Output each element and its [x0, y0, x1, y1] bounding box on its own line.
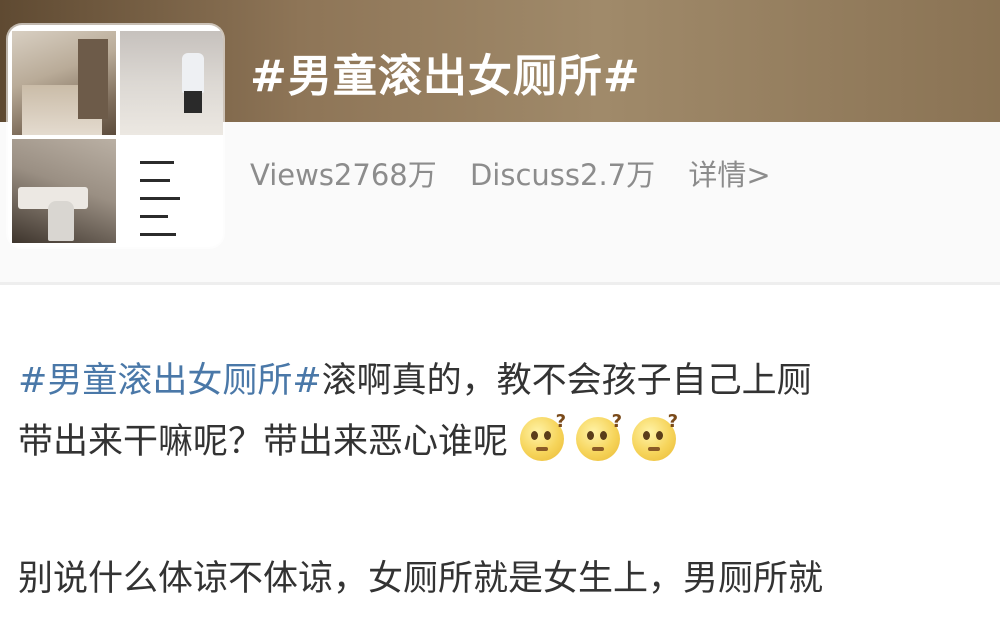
cover-thumbnail-blurred-text: [120, 139, 223, 243]
post-line-1: #男童滚出女厕所#滚啊真的，教不会孩子自己上厕: [18, 352, 812, 403]
cover-thumbnail-restroom: [12, 139, 116, 243]
thinking-question-emoji-icon: ?: [576, 411, 622, 461]
post-line-1-text: 滚啊真的，教不会孩子自己上厕: [321, 361, 812, 401]
cover-thumbnail-hallway: [12, 31, 116, 135]
post-hashtag-link[interactable]: #男童滚出女厕所#: [18, 361, 322, 401]
section-divider: [0, 282, 1000, 285]
topic-cover-collage[interactable]: [8, 25, 223, 247]
post-line-3-text: 别说什么体谅不体谅，女厕所就是女生上，男厕所就: [18, 559, 824, 599]
details-link[interactable]: 详情>: [688, 158, 770, 192]
thinking-question-emoji-icon: ?: [520, 411, 566, 461]
thinking-question-emoji-icon: ?: [632, 411, 678, 461]
cover-thumbnail-child: [120, 31, 223, 135]
topic-title[interactable]: #男童滚出女厕所#: [250, 40, 641, 104]
discuss-count: Discuss2.7万: [469, 158, 656, 192]
post-line-2-text: 带出来干嘛呢？带出来恶心谁呢: [18, 422, 509, 462]
topic-stats: Views2768万 Discuss2.7万 详情>: [250, 152, 795, 194]
post-line-3: 别说什么体谅不体谅，女厕所就是女生上，男厕所就: [18, 550, 823, 601]
views-count: Views2768万: [250, 158, 437, 192]
post-line-2: 带出来干嘛呢？带出来恶心谁呢???: [18, 411, 678, 465]
